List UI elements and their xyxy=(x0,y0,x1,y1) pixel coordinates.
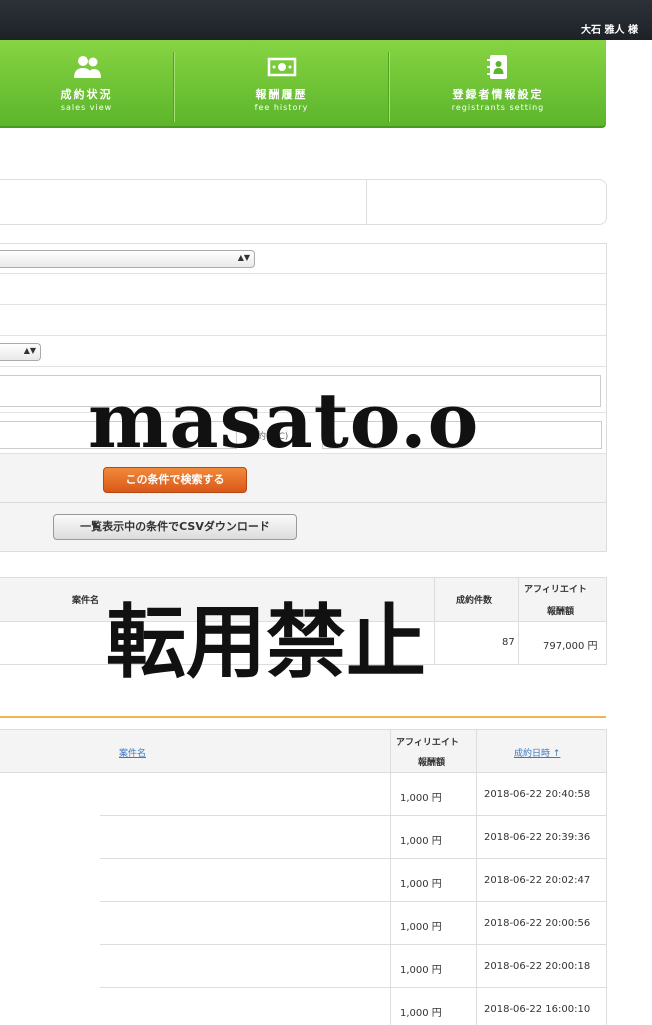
case-column-blank xyxy=(0,773,100,1025)
row-amount: 1,000 円 xyxy=(400,836,442,847)
divider xyxy=(0,502,606,503)
nav-label: 成約状況 xyxy=(60,88,113,101)
search-input[interactable] xyxy=(0,180,367,224)
select-arrows-icon: ▲▼ xyxy=(23,346,36,355)
sort-date-link[interactable]: 成約日時 ↑ xyxy=(514,746,560,759)
user-name[interactable]: 大石 雅人 様 xyxy=(581,21,638,36)
watermark-notice: 転用禁止 xyxy=(106,595,426,689)
nav-label: 登録者情報設定 xyxy=(452,88,544,101)
nav-label: 報酬履歴 xyxy=(255,88,308,101)
detail-header-reward: アフィリエイト xyxy=(396,738,459,748)
detail-header-reward-sub: 報酬額 xyxy=(418,758,446,768)
main-nav: 成約状況 sales view 報酬履歴 fee history 登録者情報設定… xyxy=(0,40,606,128)
top-bar: 大石 雅人 様 xyxy=(0,0,652,40)
form-row xyxy=(0,305,606,336)
row-date: 2018-06-22 20:00:56 xyxy=(484,918,591,929)
row-date: 2018-06-22 20:40:58 xyxy=(484,789,591,800)
row-date: 2018-06-22 20:00:18 xyxy=(484,961,591,972)
section-divider xyxy=(0,716,606,718)
row-date: 2018-06-22 20:39:36 xyxy=(484,832,591,843)
summary-count: 87 xyxy=(502,637,515,648)
watermark-name: masato.o xyxy=(88,376,480,465)
address-book-icon xyxy=(487,55,507,79)
form-row: ▲▼ xyxy=(0,336,606,367)
detail-table: 案件名 アフィリエイト 報酬額 成約日時 ↑ 1,000 円 2018-06-2… xyxy=(0,729,607,1025)
money-icon xyxy=(267,57,296,77)
sort-case-name-link[interactable]: 案件名 xyxy=(119,746,146,759)
nav-sublabel: fee history xyxy=(254,103,309,112)
summary-header-count: 成約件数 xyxy=(456,596,493,606)
csv-download-button[interactable]: 一覧表示中の条件でCSVダウンロード xyxy=(53,514,297,540)
row-amount: 1,000 円 xyxy=(400,793,442,804)
summary-header-reward: アフィリエイト xyxy=(524,585,587,595)
row-amount: 1,000 円 xyxy=(400,1008,442,1019)
users-icon xyxy=(73,56,101,78)
summary-reward: 797,000 円 xyxy=(543,641,598,652)
summary-header-case: 案件名 xyxy=(72,596,100,606)
row-date: 2018-06-22 16:00:10 xyxy=(484,1004,591,1015)
summary-header-reward-sub: 報酬額 xyxy=(547,607,575,617)
form-row xyxy=(0,274,606,305)
nav-registrants-setting[interactable]: 登録者情報設定 registrants setting xyxy=(390,40,606,126)
case-select[interactable]: ▲▼ xyxy=(0,250,255,268)
search-button[interactable]: この条件で検索する xyxy=(103,467,247,493)
row-amount: 1,000 円 xyxy=(400,879,442,890)
divider xyxy=(476,730,477,1025)
nav-fee-history[interactable]: 報酬履歴 fee history xyxy=(175,40,388,126)
row-date: 2018-06-22 20:02:47 xyxy=(484,875,591,886)
nav-sublabel: sales view xyxy=(60,103,113,112)
select-arrows-icon: ▲▼ xyxy=(237,253,250,262)
row-amount: 1,000 円 xyxy=(400,922,442,933)
row-amount: 1,000 円 xyxy=(400,965,442,976)
search-panel xyxy=(0,179,607,225)
form-row: ▲▼ xyxy=(0,244,606,274)
nav-sublabel: registrants setting xyxy=(451,103,545,112)
status-select[interactable]: ▲▼ xyxy=(0,343,41,361)
nav-sales-view[interactable]: 成約状況 sales view xyxy=(0,40,173,126)
divider xyxy=(390,730,391,1025)
